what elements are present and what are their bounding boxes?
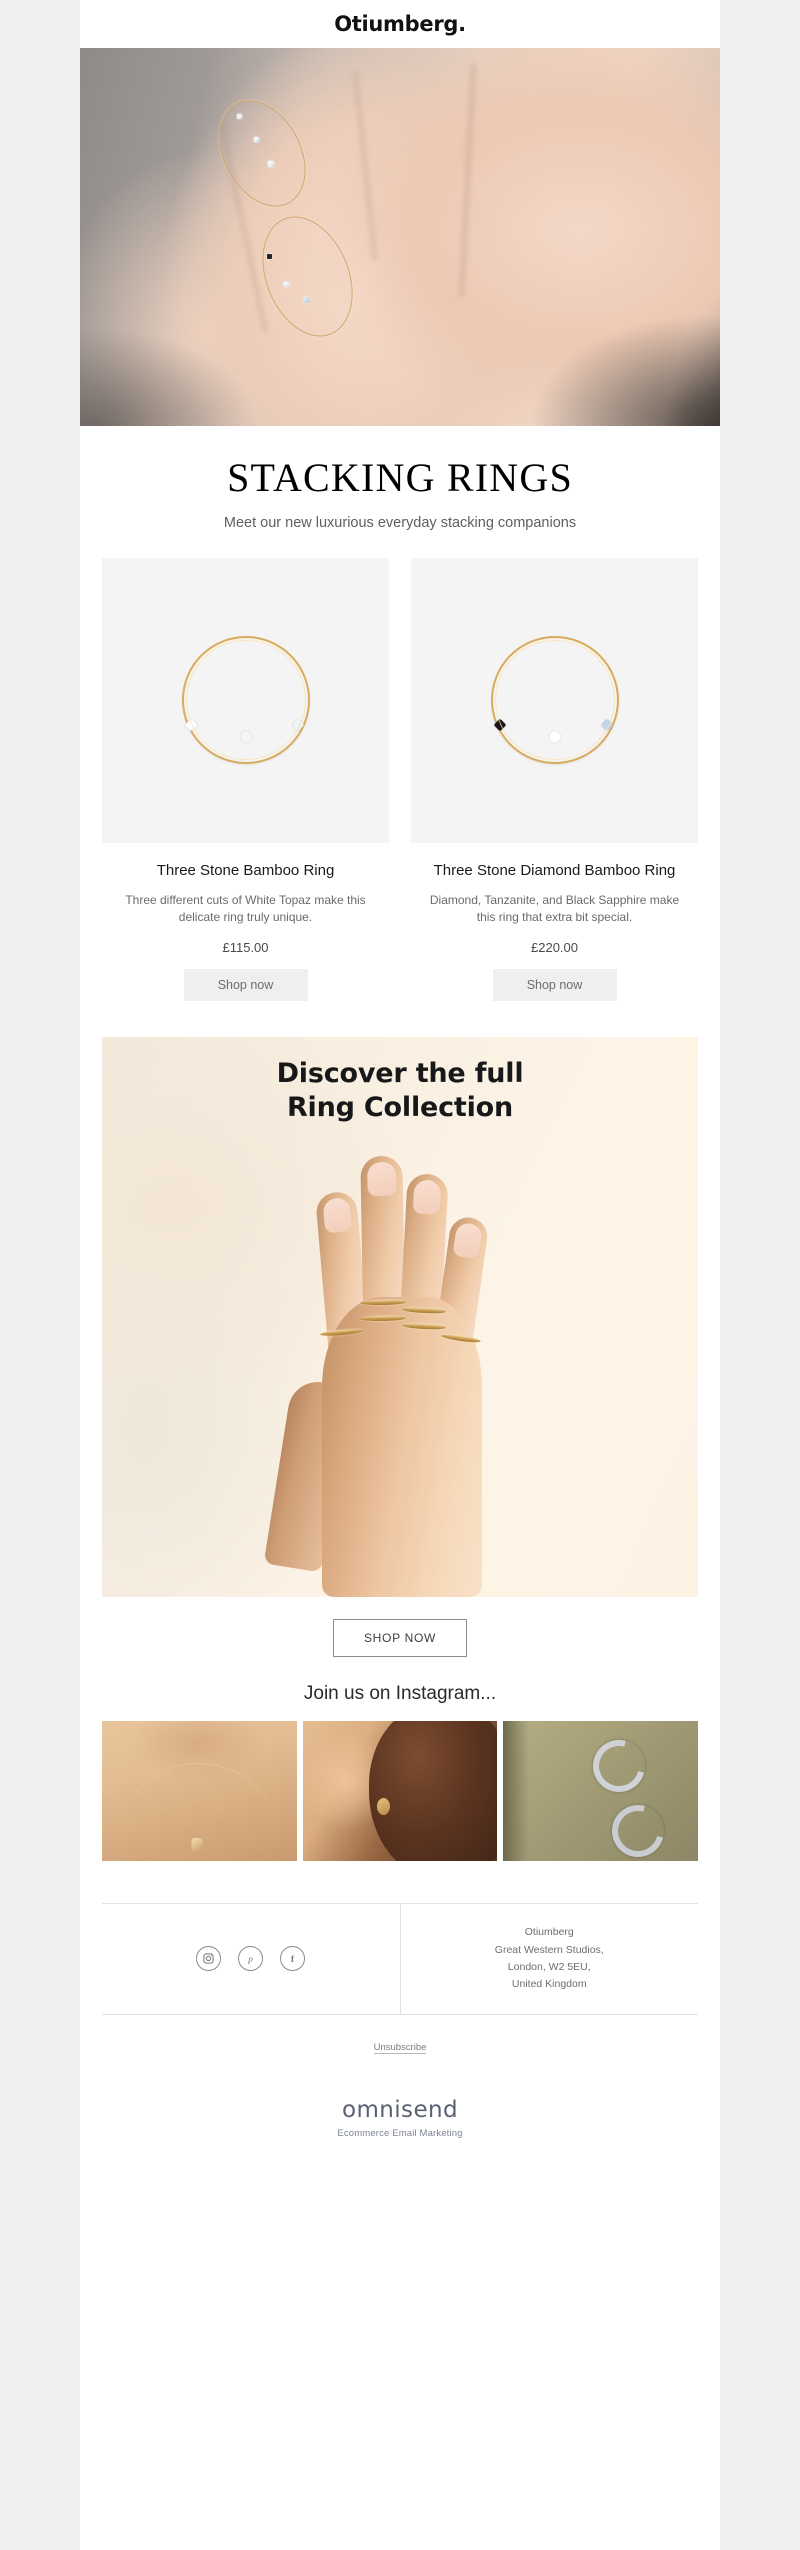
product-description: Three different cuts of White Topaz make… — [125, 893, 366, 925]
instagram-heading: Join us on Instagram... — [80, 1664, 720, 1721]
instagram-photo-3[interactable] — [503, 1720, 699, 1861]
fingernail — [452, 1221, 483, 1259]
page-subtitle: Meet our new luxurious everyday stacking… — [223, 514, 577, 531]
ring-stone — [237, 729, 254, 746]
omnisend-tagline: Ecommerce Email Marketing — [337, 2127, 463, 2139]
facebook-icon[interactable]: f — [280, 1946, 306, 1972]
unsubscribe-section: Unsubscribe — [80, 2014, 720, 2055]
collection-title-line-1: Discover the full — [276, 1057, 524, 1089]
hero-gem — [283, 282, 289, 288]
hero-gem — [237, 114, 243, 120]
ring-stone-diamond — [546, 729, 563, 746]
address-line: Otiumberg — [524, 1926, 574, 1939]
ring-illustration — [490, 636, 619, 765]
title-section: STACKING RINGS Meet our new luxurious ev… — [80, 426, 720, 553]
address-line: London, W2 5EU, — [507, 1960, 591, 1973]
email-header: Otiumberg. — [80, 0, 720, 48]
collection-title-line-2: Ring Collection — [286, 1092, 514, 1124]
omnisend-logo[interactable]: omnisend — [80, 2097, 720, 2123]
product-price: £220.00 — [531, 939, 578, 955]
collection-cta-section: SHOP NOW — [80, 1596, 720, 1665]
product-card: Three Stone Bamboo Ring Three different … — [102, 557, 389, 1001]
fingernail — [321, 1196, 353, 1234]
product-price: £115.00 — [222, 939, 269, 955]
hand-illustration — [250, 1132, 550, 1597]
hero-shadow-left — [80, 327, 260, 426]
product-card: Three Stone Diamond Bamboo Ring Diamond,… — [411, 557, 698, 1001]
brand-logo[interactable]: Otiumberg. — [334, 12, 466, 36]
fingernail — [367, 1161, 397, 1197]
product-name[interactable]: Three Stone Diamond Bamboo Ring — [411, 861, 698, 881]
product-name[interactable]: Three Stone Bamboo Ring — [102, 861, 389, 881]
instagram-photo-1[interactable] — [102, 1720, 297, 1861]
address-line: United Kingdom — [511, 1978, 587, 1991]
ring-stone-black-sapphire — [493, 718, 507, 732]
fingernail — [412, 1179, 442, 1215]
provider-branding: omnisend Ecommerce Email Marketing — [80, 2054, 720, 2169]
photo-edge-shadow — [503, 1720, 529, 1861]
email-viewport: Otiumberg. STACKING RINGS Meet our new l… — [0, 0, 800, 2550]
ring-stone-tanzanite — [600, 718, 613, 732]
address-line: Great Western Studios, — [494, 1943, 604, 1956]
pinterest-icon[interactable]: p — [238, 1946, 264, 1972]
palm — [322, 1296, 482, 1597]
unsubscribe-link[interactable]: Unsubscribe — [373, 2041, 427, 2054]
product-image-2[interactable] — [411, 557, 698, 843]
shop-now-button-product-2[interactable]: Shop now — [492, 968, 617, 1001]
instagram-gallery — [80, 1720, 720, 1861]
svg-text:f: f — [291, 1954, 295, 1965]
social-links: p f — [102, 1903, 401, 2014]
shop-now-button-product-1[interactable]: Shop now — [183, 968, 308, 1001]
address-block: Otiumberg Great Western Studios, London,… — [401, 1904, 699, 2014]
company-address: Otiumberg Great Western Studios, London,… — [495, 1924, 604, 1993]
ring-stone — [184, 718, 198, 732]
svg-text:p: p — [247, 1954, 253, 1964]
hero-gem — [254, 136, 260, 142]
ring-illustration — [181, 636, 310, 765]
product-description: Diamond, Tanzanite, and Black Sapphire m… — [429, 893, 680, 925]
hero-gem — [268, 161, 275, 168]
hero-image[interactable] — [80, 48, 720, 426]
email-footer: p f Otiumberg Great Western Studios, Lon… — [102, 1902, 699, 2015]
hero-gem — [304, 297, 310, 304]
instagram-icon[interactable] — [196, 1946, 222, 1972]
hero-gem-dark — [266, 254, 272, 259]
ring-stone — [291, 718, 304, 732]
page-title: STACKING RINGS — [227, 455, 573, 500]
collection-title: Discover the full Ring Collection — [102, 1057, 698, 1126]
collection-banner[interactable]: Discover the full Ring Collection — [102, 1036, 698, 1597]
instagram-photo-2[interactable] — [302, 1720, 498, 1861]
product-grid: Three Stone Bamboo Ring Three different … — [80, 552, 720, 1001]
product-image-1[interactable] — [102, 557, 389, 843]
hero-shadow-right — [528, 312, 720, 426]
email-container: Otiumberg. STACKING RINGS Meet our new l… — [80, 0, 720, 2550]
shop-now-button-collection[interactable]: SHOP NOW — [332, 1618, 468, 1657]
